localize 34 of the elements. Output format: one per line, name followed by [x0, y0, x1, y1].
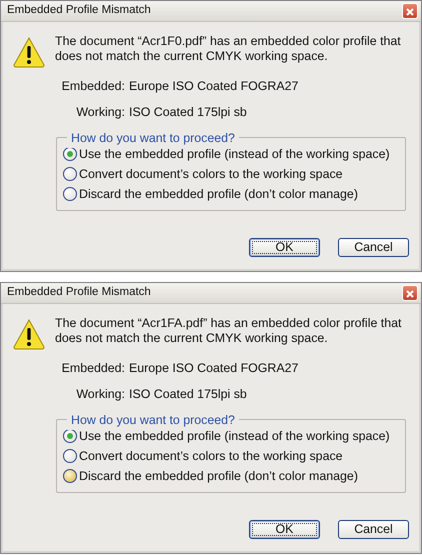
option-label[interactable]: Convert document’s colors to the working space — [79, 446, 343, 466]
close-button[interactable] — [402, 285, 418, 301]
radio-button[interactable] — [63, 187, 77, 202]
message-text: The document “Acr1F0.pdf” has an embedded color profile that does not match the current CMYK working space. — [55, 34, 402, 64]
radio-option[interactable]: Convert document’s colors to the working space — [63, 446, 399, 466]
ok-button[interactable]: OK — [249, 520, 320, 539]
option-label[interactable]: Discard the embedded profile (don’t color manage) — [79, 466, 358, 486]
radio-button[interactable] — [63, 429, 77, 444]
warning-icon — [13, 36, 45, 68]
cancel-button[interactable]: Cancel — [338, 520, 409, 539]
option-label[interactable]: Convert document’s colors to the working space — [79, 164, 343, 184]
field-value: Europe ISO Coated FOGRA27 — [129, 360, 300, 377]
ok-button[interactable]: OK — [249, 238, 320, 257]
field-label: Embedded: — [60, 360, 125, 377]
field-value: Europe ISO Coated FOGRA27 — [129, 78, 300, 95]
warning-icon — [13, 318, 45, 350]
window-title: Embedded Profile Mismatch — [7, 285, 151, 300]
cancel-button[interactable]: Cancel — [338, 238, 409, 257]
message-text: The document “Acr1FA.pdf” has an embedded color profile that does not match the current CMYK working space. — [55, 316, 402, 346]
radio-button[interactable] — [63, 469, 77, 484]
field-value: ISO Coated 175lpi sb — [129, 386, 248, 403]
option-label[interactable]: Discard the embedded profile (don’t color manage) — [79, 184, 358, 204]
field-label: Working: — [75, 104, 125, 121]
radio-button[interactable] — [63, 147, 77, 162]
field-value: ISO Coated 175lpi sb — [129, 104, 248, 121]
radio-button[interactable] — [63, 167, 77, 182]
radio-option[interactable]: Convert document’s colors to the working space — [63, 164, 399, 184]
field-label: Embedded: — [60, 78, 125, 95]
field-label: Working: — [75, 386, 125, 403]
radio-option[interactable]: Discard the embedded profile (don’t color manage) — [63, 184, 399, 204]
close-button[interactable] — [402, 3, 418, 19]
radio-button[interactable] — [63, 449, 77, 464]
window-title: Embedded Profile Mismatch — [7, 3, 151, 18]
radio-option[interactable]: Discard the embedded profile (don’t color manage) — [63, 466, 399, 486]
